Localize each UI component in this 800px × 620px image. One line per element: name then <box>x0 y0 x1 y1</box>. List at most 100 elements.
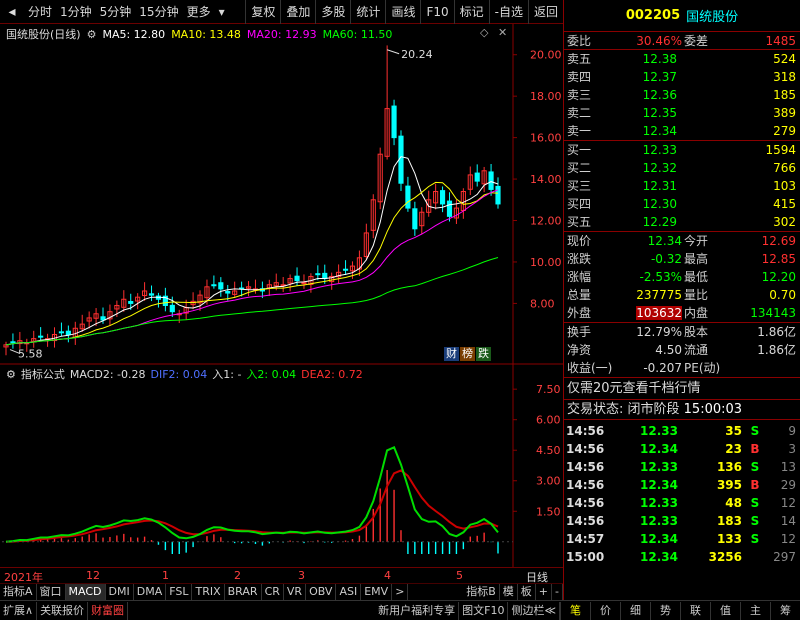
promo-link[interactable]: 新用户福利专享 <box>375 601 460 620</box>
remove-watchlist-button[interactable]: -自选 <box>488 0 528 24</box>
fall-badge[interactable]: 跌 <box>476 347 491 361</box>
price-axis-label: 10.00 <box>530 256 562 269</box>
tick-count: 29 <box>780 478 796 492</box>
tick-count: 12 <box>780 496 796 510</box>
tab-fenshi[interactable]: 分时 <box>24 0 56 24</box>
expand-button[interactable]: 扩展∧ <box>0 601 38 620</box>
order-row[interactable]: 买五 12.29 302 <box>564 213 800 231</box>
huaxian-button[interactable]: 画线 <box>385 0 420 24</box>
tab-5min[interactable]: 5分钟 <box>96 0 136 24</box>
depth-promo-link[interactable]: 仅需20元查看千档行情 <box>564 378 800 400</box>
tab-15min[interactable]: 15分钟 <box>135 0 182 24</box>
tab-dma[interactable]: DMA <box>134 584 167 600</box>
tick-price: 12.34 <box>640 442 678 456</box>
order-row[interactable]: 卖二 12.35 389 <box>564 104 800 122</box>
stock-name[interactable]: 国统股份 <box>686 6 738 25</box>
tab-mo[interactable]: 模 <box>500 584 518 600</box>
close-icon[interactable]: ✕ <box>498 26 507 39</box>
chevron-down-icon[interactable]: ▾ <box>215 0 229 24</box>
tab-asi[interactable]: ASI <box>336 584 362 600</box>
tick-time: 14:56 <box>566 442 605 456</box>
tab-vr[interactable]: VR <box>284 584 307 600</box>
order-row[interactable]: 卖四 12.37 318 <box>564 68 800 86</box>
tab-trix[interactable]: TRIX <box>192 584 225 600</box>
tab-ban[interactable]: 板 <box>518 584 536 600</box>
tab-fsl[interactable]: FSL <box>166 584 193 600</box>
order-row[interactable]: 卖三 12.36 185 <box>564 86 800 104</box>
menu-arrow-icon[interactable]: ◂ <box>0 0 24 24</box>
wealth-circle-button[interactable]: 财富圈 <box>88 601 129 620</box>
order-row[interactable]: 卖一 12.34 279 <box>564 122 800 140</box>
finance-badge[interactable]: 财 <box>444 347 459 361</box>
low-label: 5.58 <box>18 348 43 361</box>
kline-chart[interactable]: 20.00 18.00 16.00 14.00 12.00 10.00 8.00 7.50 6.… <box>0 24 563 567</box>
rank-badge[interactable]: 榜 <box>460 347 475 361</box>
back-button[interactable]: 返回 <box>527 0 563 24</box>
zoom-in-button[interactable]: + <box>536 584 553 600</box>
order-row[interactable]: 买一 12.33 1594 <box>564 141 800 159</box>
nav-zhi[interactable]: 值 <box>710 601 740 620</box>
tab-cr[interactable]: CR <box>262 584 284 600</box>
f10-text-button[interactable]: 图文F10 <box>459 601 509 620</box>
sidebar-toggle-button[interactable]: 侧边栏≪ <box>508 601 560 620</box>
f10-button[interactable]: F10 <box>420 0 453 24</box>
tick-side: S <box>750 424 760 438</box>
tab-brar[interactable]: BRAR <box>225 584 262 600</box>
tick-list[interactable]: 14:56 12.33 35 S 9 14:56 12.34 23 B 3 14:56 12.33… <box>564 420 800 566</box>
diejia-button[interactable]: 叠加 <box>280 0 315 24</box>
indicator-name[interactable]: 指标公式 <box>21 366 65 382</box>
nav-jia[interactable]: 价 <box>590 601 620 620</box>
tab-obv[interactable]: OBV <box>306 584 337 600</box>
tab-window[interactable]: 窗口 <box>37 584 66 600</box>
order-row[interactable]: 买四 12.30 415 <box>564 195 800 213</box>
nav-xi[interactable]: 细 <box>620 601 650 620</box>
order-label: 卖一 <box>567 124 592 138</box>
tab-indicator-a[interactable]: 指标A <box>0 584 37 600</box>
tab-1min[interactable]: 1分钟 <box>56 0 96 24</box>
order-row[interactable]: 卖五 12.38 524 <box>564 50 800 68</box>
biaoji-button[interactable]: 标记 <box>453 0 489 24</box>
order-row[interactable]: 买二 12.32 766 <box>564 159 800 177</box>
tick-row: 15:00 12.34 3256 297 <box>564 548 800 566</box>
diamond-icon[interactable]: ◇ <box>480 26 488 39</box>
tick-volume: 35 <box>725 424 742 438</box>
nav-lian[interactable]: 联 <box>680 601 710 620</box>
tick-time: 15:00 <box>566 550 605 564</box>
stat-value: 1.86亿 <box>757 343 796 357</box>
tab-dmi[interactable]: DMI <box>106 584 134 600</box>
stat-label: 净资 <box>567 343 592 357</box>
order-price: 12.32 <box>642 161 677 175</box>
order-row[interactable]: 买三 12.31 103 <box>564 177 800 195</box>
fuquan-button[interactable]: 复权 <box>245 0 280 24</box>
zoom-out-button[interactable]: - <box>552 584 563 600</box>
macd-axis-label: 6.00 <box>536 414 561 427</box>
tab-macd[interactable]: MACD <box>65 584 106 600</box>
stat-label: 现价 <box>567 234 592 248</box>
tick-side: S <box>750 496 760 510</box>
tab-indicator-b[interactable]: 指标B <box>463 584 500 600</box>
tick-count: 3 <box>788 442 796 456</box>
settings-icon[interactable]: ⚙ <box>87 28 97 41</box>
nav-chou[interactable]: 筹 <box>770 601 800 620</box>
tongji-button[interactable]: 统计 <box>350 0 385 24</box>
dif-line <box>5 445 499 543</box>
tabs-next-button[interactable]: > <box>392 584 409 600</box>
candle-body <box>342 268 349 271</box>
candle-body <box>65 330 71 335</box>
related-quotes-button[interactable]: 关联报价 <box>37 601 89 620</box>
duogu-button[interactable]: 多股 <box>315 0 350 24</box>
chart-header-icons: ◇ ✕ <box>480 26 513 39</box>
tab-more[interactable]: 更多 <box>183 0 215 24</box>
order-price: 12.37 <box>642 70 677 84</box>
settings-icon[interactable]: ⚙ <box>6 368 16 381</box>
stat-label: 今开 <box>684 234 709 248</box>
nav-zhu[interactable]: 主 <box>740 601 770 620</box>
stat-value: 103632 <box>636 306 682 320</box>
stat-value: -0.207 <box>643 361 682 375</box>
stat-row: 总量 237775 量比 0.70 <box>564 286 800 304</box>
status-time: 15:00:03 <box>683 402 743 417</box>
in2-value: 入2: 0.04 <box>246 368 297 381</box>
nav-bi[interactable]: 笔 <box>560 601 590 620</box>
nav-shi[interactable]: 势 <box>650 601 680 620</box>
tab-emv[interactable]: EMV <box>361 584 393 600</box>
